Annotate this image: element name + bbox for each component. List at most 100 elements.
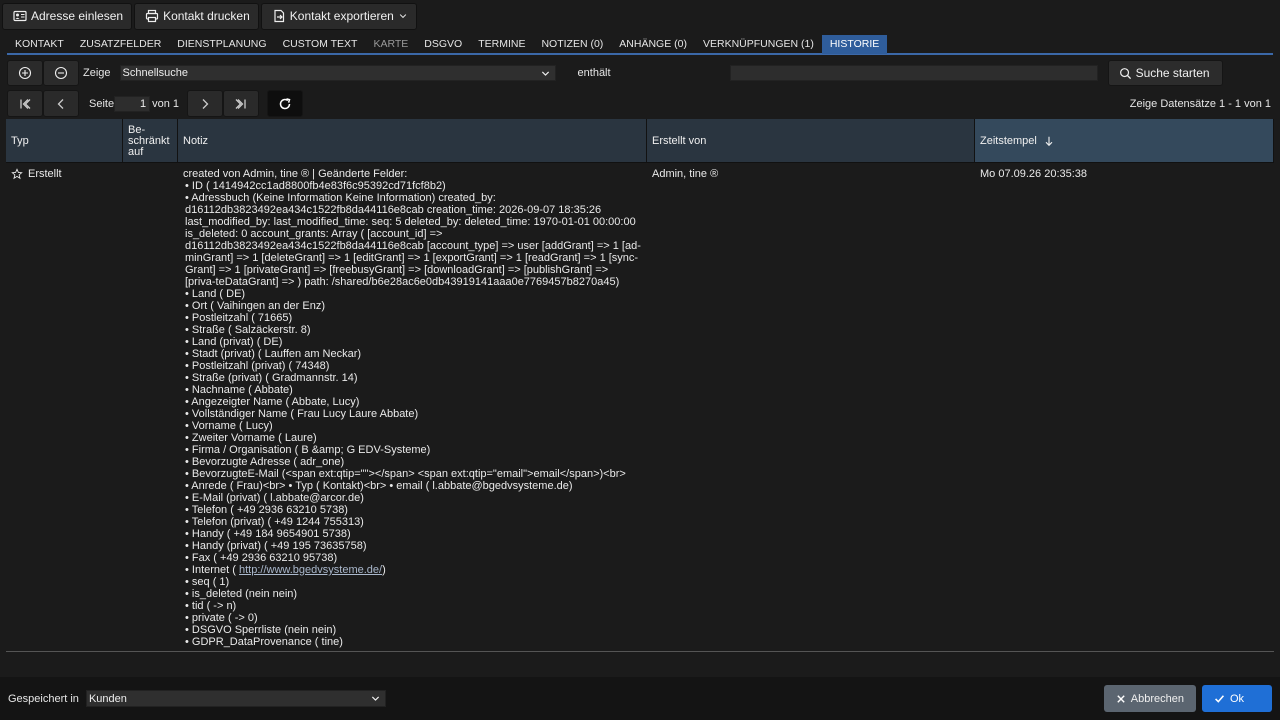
- note-line: • Vorname ( Lucy): [185, 420, 273, 432]
- note-line: • Anrede ( Frau)<br> • Typ ( Kontakt)<br…: [185, 480, 573, 492]
- note-line: • Adressbuch (Keine Information Keine In…: [185, 192, 641, 288]
- first-page-icon: [20, 98, 31, 109]
- refresh-icon: [279, 97, 291, 109]
- note-line: • private ( -> 0): [185, 612, 258, 624]
- table-row[interactable]: Erstellt created von Admin, tine ® | Geä…: [6, 163, 1274, 648]
- cancel-label: Abbrechen: [1130, 692, 1184, 705]
- filter-bar: Zeige Schnellsuche enthält Suche starten: [7, 59, 1273, 87]
- note-line: • Postleitzahl ( 71665): [185, 312, 293, 324]
- tab-notizen[interactable]: Notizen (0): [533, 35, 611, 54]
- filter-field-select[interactable]: Schnellsuche: [119, 65, 556, 81]
- note-line: • DSGVO Sperrliste (nein nein): [185, 624, 337, 636]
- page-number-input[interactable]: [114, 95, 151, 112]
- check-icon: [1215, 695, 1225, 703]
- export-contact-label: Kontakt exportieren: [289, 9, 394, 23]
- tab-dienstplanung[interactable]: Dienstplanung: [169, 35, 274, 54]
- import-address-label: Adresse einlesen: [31, 9, 124, 23]
- column-header-timestamp-label: Zeitstempel: [980, 134, 1037, 147]
- note-line: • Handy (privat) ( +49 195 73635758): [185, 540, 367, 552]
- refresh-button[interactable]: [267, 90, 303, 117]
- filter-operator[interactable]: enthält: [578, 67, 611, 79]
- search-icon: [1119, 67, 1131, 79]
- tab-strip: Kontakt Zusatzfelder Dienstplanung Custo…: [7, 35, 1273, 55]
- tab-karte[interactable]: Karte: [365, 35, 416, 54]
- paging-toolbar: Seite von 1 Zeige Datensätze 1 - 1 von 1: [7, 90, 1273, 117]
- ok-button[interactable]: Ok: [1202, 685, 1272, 712]
- note-line: • Nachname ( Abbate): [185, 384, 293, 396]
- dialog-footer: Gespeichert in Kunden Abbrechen Ok: [0, 677, 1280, 720]
- note-line: • Telefon ( +49 2936 63210 5738): [185, 504, 348, 516]
- column-header-note[interactable]: Notiz: [178, 119, 647, 162]
- search-input[interactable]: [729, 65, 1098, 81]
- print-contact-button[interactable]: Kontakt drucken: [134, 2, 259, 30]
- internet-suffix: ): [382, 564, 386, 576]
- chevron-left-icon: [57, 98, 64, 109]
- top-toolbar: Adresse einlesen Kontakt drucken Kontakt…: [0, 0, 1280, 32]
- previous-page-button[interactable]: [43, 90, 79, 117]
- internet-link[interactable]: http://www.bgedvsysteme.de/: [239, 564, 382, 576]
- note-line: • E-Mail (privat) ( l.abbate@arcor.de): [185, 492, 364, 504]
- chevron-down-icon: [399, 14, 407, 19]
- print-contact-label: Kontakt drucken: [163, 9, 250, 23]
- add-filter-button[interactable]: [7, 60, 43, 86]
- tab-dsgvo[interactable]: DSGVO: [416, 35, 470, 54]
- page-count: von 1: [152, 97, 179, 110]
- note-line: • Angezeigter Name ( Abbate, Lucy): [185, 396, 360, 408]
- first-page-button[interactable]: [7, 90, 43, 117]
- tab-kontakt[interactable]: Kontakt: [7, 35, 72, 54]
- remove-filter-button[interactable]: [43, 60, 79, 86]
- internet-prefix: • Internet (: [185, 564, 239, 576]
- history-grid: Typ Be- schränkt auf Notiz Erstellt von …: [6, 119, 1274, 652]
- note-line: • ID ( 1414942cc1ad8800fb4e83f6c95392cd7…: [185, 180, 446, 192]
- tab-termine[interactable]: Termine: [470, 35, 533, 54]
- note-line: • Zweiter Vorname ( Laure): [185, 432, 317, 444]
- grid-header: Typ Be- schränkt auf Notiz Erstellt von …: [6, 119, 1274, 163]
- filter-field-value: Schnellsuche: [122, 67, 188, 79]
- note-line: • Straße ( Salzäckerstr. 8): [185, 324, 311, 336]
- cancel-button[interactable]: Abbrechen: [1103, 685, 1196, 712]
- star-icon: [11, 168, 23, 180]
- sort-descending-icon: [1045, 136, 1053, 146]
- chevron-right-icon: [202, 98, 209, 109]
- contact-card-icon: [13, 10, 27, 22]
- note-lines: created von Admin, tine ® | Geänderte Fe…: [183, 168, 641, 648]
- tab-historie[interactable]: Historie: [821, 35, 888, 54]
- column-header-restricted[interactable]: Be- schränkt auf: [123, 119, 178, 162]
- note-line: • Firma / Organisation ( B &amp; G EDV-S…: [185, 444, 431, 456]
- tab-zusatzfelder[interactable]: Zusatzfelder: [72, 35, 169, 54]
- row-note-cell: created von Admin, tine ® | Geänderte Fe…: [178, 163, 647, 648]
- column-header-type[interactable]: Typ: [6, 119, 123, 162]
- import-address-button[interactable]: Adresse einlesen: [2, 2, 133, 30]
- filter-show-label: Zeige: [83, 67, 111, 79]
- tab-verknuepfungen[interactable]: Verknüpfungen (1): [695, 35, 822, 54]
- note-line: • Postleitzahl (privat) ( 74348): [185, 360, 330, 372]
- search-start-button[interactable]: Suche starten: [1107, 60, 1223, 86]
- tab-anhaenge[interactable]: Anhänge (0): [611, 35, 695, 54]
- record-count: Zeige Datensätze 1 - 1 von 1: [1129, 97, 1271, 110]
- tab-custom-text[interactable]: Custom Text: [275, 35, 366, 54]
- plus-circle-icon: [18, 66, 32, 80]
- note-line: • GDPR_DataProvenance ( tine): [185, 636, 343, 648]
- note-line: • Fax ( +49 2936 63210 95738): [185, 552, 338, 564]
- container-select[interactable]: Kunden: [85, 690, 386, 707]
- note-line: • BevorzugteE-Mail (<span ext:qtip=""></…: [185, 468, 626, 480]
- row-restricted-cell: [123, 163, 178, 648]
- saved-in-label: Gespeichert in: [8, 692, 79, 705]
- next-page-button[interactable]: [187, 90, 223, 117]
- row-type-cell: Erstellt: [6, 163, 123, 648]
- minus-circle-icon: [54, 66, 68, 80]
- close-icon: [1117, 694, 1125, 703]
- chevron-down-icon: [541, 71, 549, 76]
- note-line: • Land (privat) ( DE): [185, 336, 283, 348]
- row-timestamp-cell: Mo 07.09.26 20:35:38: [980, 168, 1088, 180]
- note-line: • is_deleted (nein nein): [185, 588, 298, 600]
- last-page-icon: [235, 98, 246, 109]
- last-page-button[interactable]: [223, 90, 259, 117]
- row-type-label: Erstellt: [28, 168, 62, 180]
- chevron-down-icon: [371, 696, 379, 701]
- export-contact-button[interactable]: Kontakt exportieren: [260, 2, 417, 30]
- note-line: • Vollständiger Name ( Frau Lucy Laure A…: [185, 408, 419, 420]
- column-header-created-by[interactable]: Erstellt von: [647, 119, 975, 162]
- note-line: • Land ( DE): [185, 288, 246, 300]
- column-header-timestamp[interactable]: Zeitstempel: [975, 119, 1274, 162]
